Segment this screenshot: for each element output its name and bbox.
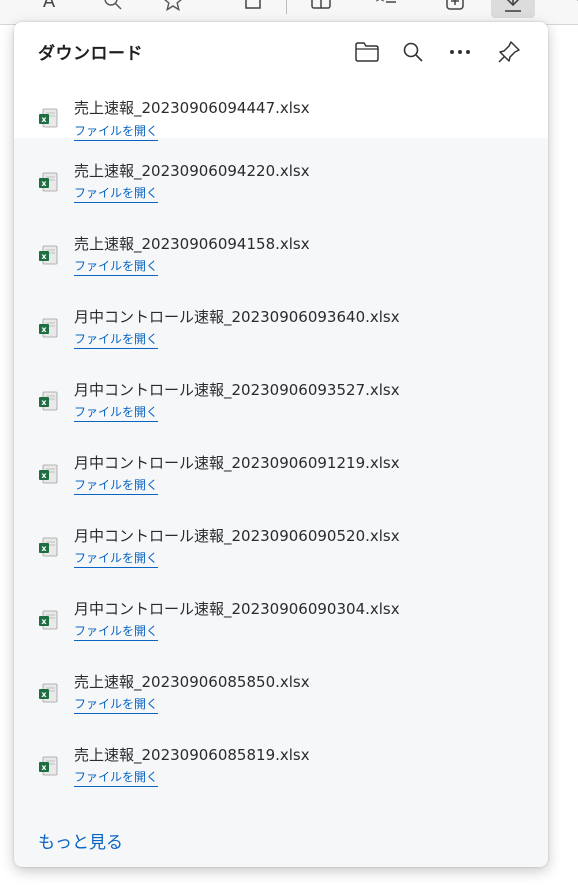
favorite-star-icon[interactable]	[158, 0, 188, 16]
open-file-link[interactable]: ファイルを開く	[74, 622, 159, 641]
svg-text:x: x	[41, 471, 47, 480]
excel-file-icon: x	[39, 172, 58, 192]
download-filename: 売上速報_20230906085819.xlsx	[74, 746, 310, 764]
open-file-link[interactable]: ファイルを開く	[74, 403, 159, 422]
download-item[interactable]: x 売上速報_20230906094447.xlsx ファイルを開く	[14, 82, 548, 141]
download-item[interactable]: x 月中コントロール速報_20230906090520.xlsx ファイルを開く	[14, 503, 548, 576]
download-list: x 売上速報_20230906094447.xlsx ファイルを開く x 売上速…	[14, 82, 548, 795]
download-item[interactable]: x 売上速報_20230906085850.xlsx ファイルを開く	[14, 649, 548, 722]
favorites-list-icon[interactable]	[372, 0, 402, 16]
download-item[interactable]: x 売上速報_20230906094158.xlsx ファイルを開く	[14, 211, 548, 284]
download-item[interactable]: x 月中コントロール速報_20230906093640.xlsx ファイルを開く	[14, 284, 548, 357]
download-item[interactable]: x 月中コントロール速報_20230906090304.xlsx ファイルを開く	[14, 576, 548, 649]
svg-text:x: x	[41, 690, 47, 699]
download-item[interactable]: x 売上速報_20230906094220.xlsx ファイルを開く	[14, 138, 548, 211]
open-file-link[interactable]: ファイルを開く	[74, 476, 159, 495]
download-filename: 月中コントロール速報_20230906090304.xlsx	[74, 600, 400, 618]
download-filename: 売上速報_20230906094220.xlsx	[74, 162, 310, 180]
excel-file-icon: x	[39, 318, 58, 338]
svg-text:x: x	[41, 763, 47, 772]
open-file-link[interactable]: ファイルを開く	[74, 330, 159, 349]
download-filename: 売上速報_20230906094447.xlsx	[74, 99, 310, 117]
svg-text:x: x	[41, 544, 47, 553]
pin-icon	[498, 41, 520, 63]
split-screen-icon[interactable]	[306, 0, 336, 16]
open-file-link[interactable]: ファイルを開く	[74, 184, 159, 203]
excel-file-icon: x	[39, 245, 58, 265]
more-options-button[interactable]	[444, 36, 476, 68]
svg-text:x: x	[41, 325, 47, 334]
open-file-link[interactable]: ファイルを開く	[74, 695, 159, 714]
excel-file-icon: x	[39, 108, 58, 128]
toolbar-separator	[286, 0, 287, 14]
search-icon[interactable]	[98, 0, 128, 16]
download-filename: 売上速報_20230906085850.xlsx	[74, 673, 310, 691]
excel-file-icon: x	[39, 610, 58, 630]
download-filename: 月中コントロール速報_20230906093527.xlsx	[74, 381, 400, 399]
download-item[interactable]: x 月中コントロール速報_20230906093527.xlsx ファイルを開く	[14, 357, 548, 430]
excel-file-icon: x	[39, 391, 58, 411]
more-icon[interactable]	[560, 0, 578, 16]
svg-text:x: x	[41, 252, 47, 261]
download-filename: 月中コントロール速報_20230906090520.xlsx	[74, 527, 400, 545]
excel-file-icon: x	[39, 756, 58, 776]
panel-header: ダウンロード	[14, 22, 548, 82]
svg-text:x: x	[41, 115, 47, 124]
download-filename: 月中コントロール速報_20230906091219.xlsx	[74, 454, 400, 472]
panel-title: ダウンロード	[38, 44, 143, 64]
download-filename: 月中コントロール速報_20230906093640.xlsx	[74, 308, 400, 326]
svg-text:x: x	[41, 398, 47, 407]
open-folder-button[interactable]	[351, 36, 383, 68]
show-more-link[interactable]: もっと見る	[38, 828, 123, 853]
download-item[interactable]: x 売上速報_20230906085819.xlsx ファイルを開く	[14, 722, 548, 795]
search-icon	[403, 42, 423, 62]
open-folder-icon	[355, 42, 379, 62]
search-downloads-button[interactable]	[397, 36, 429, 68]
downloads-panel: ダウンロード x 売上速報_20230906094447.xlsx ファイルを開…	[14, 22, 548, 867]
excel-file-icon: x	[39, 683, 58, 703]
excel-file-icon: x	[39, 464, 58, 484]
read-aloud-icon[interactable]: A	[34, 0, 64, 16]
svg-text:x: x	[41, 179, 47, 188]
excel-file-icon: x	[39, 537, 58, 557]
collections-icon[interactable]	[440, 0, 470, 16]
svg-text:x: x	[41, 617, 47, 626]
download-item[interactable]: x 月中コントロール速報_20230906091219.xlsx ファイルを開く	[14, 430, 548, 503]
open-file-link[interactable]: ファイルを開く	[74, 549, 159, 568]
extensions-icon[interactable]	[238, 0, 268, 16]
open-file-link[interactable]: ファイルを開く	[74, 768, 159, 787]
open-file-link[interactable]: ファイルを開く	[74, 257, 159, 276]
download-filename: 売上速報_20230906094158.xlsx	[74, 235, 310, 253]
download-icon[interactable]	[491, 0, 535, 18]
more-options-icon	[450, 50, 470, 54]
pin-button[interactable]	[493, 36, 525, 68]
